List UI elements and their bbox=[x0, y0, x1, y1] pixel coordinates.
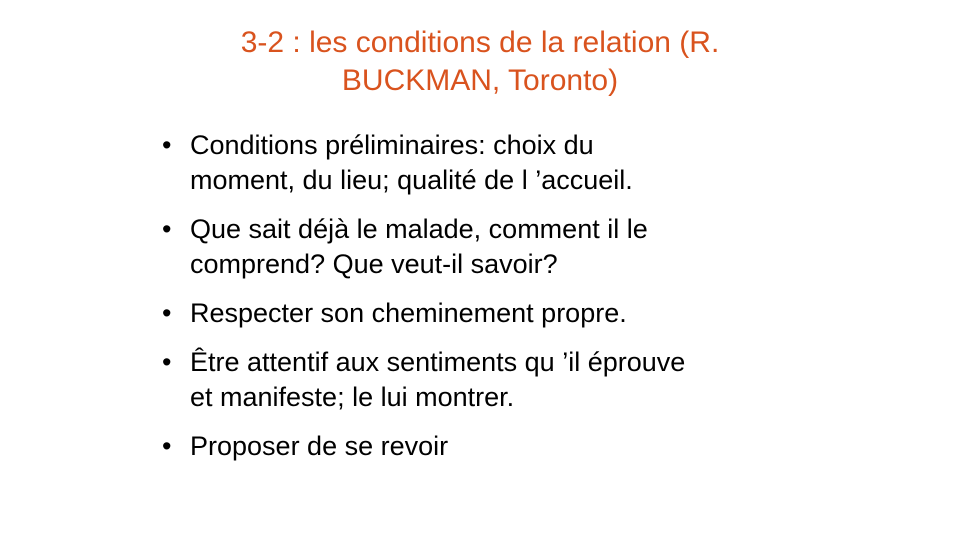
bullet-dot-icon: • bbox=[162, 214, 172, 244]
bullet-text: Respecter son cheminement propre. bbox=[190, 296, 802, 331]
bullet-item: • Proposer de se revoir bbox=[162, 429, 802, 464]
bullet-line: Proposer de se revoir bbox=[190, 431, 449, 461]
slide-title-line-2: BUCKMAN, Toronto) bbox=[341, 64, 619, 97]
bullet-text: Conditions préliminaires: choix du momen… bbox=[190, 128, 802, 198]
bullet-dot-icon: • bbox=[162, 130, 172, 160]
bullet-line: Respecter son cheminement propre. bbox=[190, 298, 627, 328]
bullet-item: • Conditions préliminaires: choix du mom… bbox=[162, 128, 802, 198]
bullet-dot-icon: • bbox=[162, 347, 172, 377]
bullet-item: • Être attentif aux sentiments qu ’il ép… bbox=[162, 345, 802, 415]
bullet-item: • Que sait déjà le malade, comment il le… bbox=[162, 212, 802, 282]
bullet-line: comprend? Que veut-il savoir? bbox=[190, 249, 558, 279]
slide: 3-2 : les conditions de la relation (R. … bbox=[0, 0, 960, 540]
bullet-text: Être attentif aux sentiments qu ’il épro… bbox=[190, 345, 802, 415]
bullet-line: moment, du lieu; qualité de l ’accueil. bbox=[190, 165, 633, 195]
bullet-item: • Respecter son cheminement propre. bbox=[162, 296, 802, 331]
bullet-text: Proposer de se revoir bbox=[190, 429, 802, 464]
bullet-dot-icon: • bbox=[162, 298, 172, 328]
slide-title-line-1: 3-2 : les conditions de la relation (R. bbox=[240, 26, 720, 59]
bullet-line: Conditions préliminaires: choix du bbox=[190, 130, 594, 160]
bullet-line: Que sait déjà le malade, comment il le bbox=[190, 214, 648, 244]
bullet-text: Que sait déjà le malade, comment il le c… bbox=[190, 212, 802, 282]
bullet-line: et manifeste; le lui montrer. bbox=[190, 382, 515, 412]
bullet-line: Être attentif aux sentiments qu ’il épro… bbox=[190, 347, 686, 377]
bullet-dot-icon: • bbox=[162, 431, 172, 461]
bullet-list: • Conditions préliminaires: choix du mom… bbox=[162, 128, 802, 478]
slide-title: 3-2 : les conditions de la relation (R. … bbox=[150, 24, 810, 100]
